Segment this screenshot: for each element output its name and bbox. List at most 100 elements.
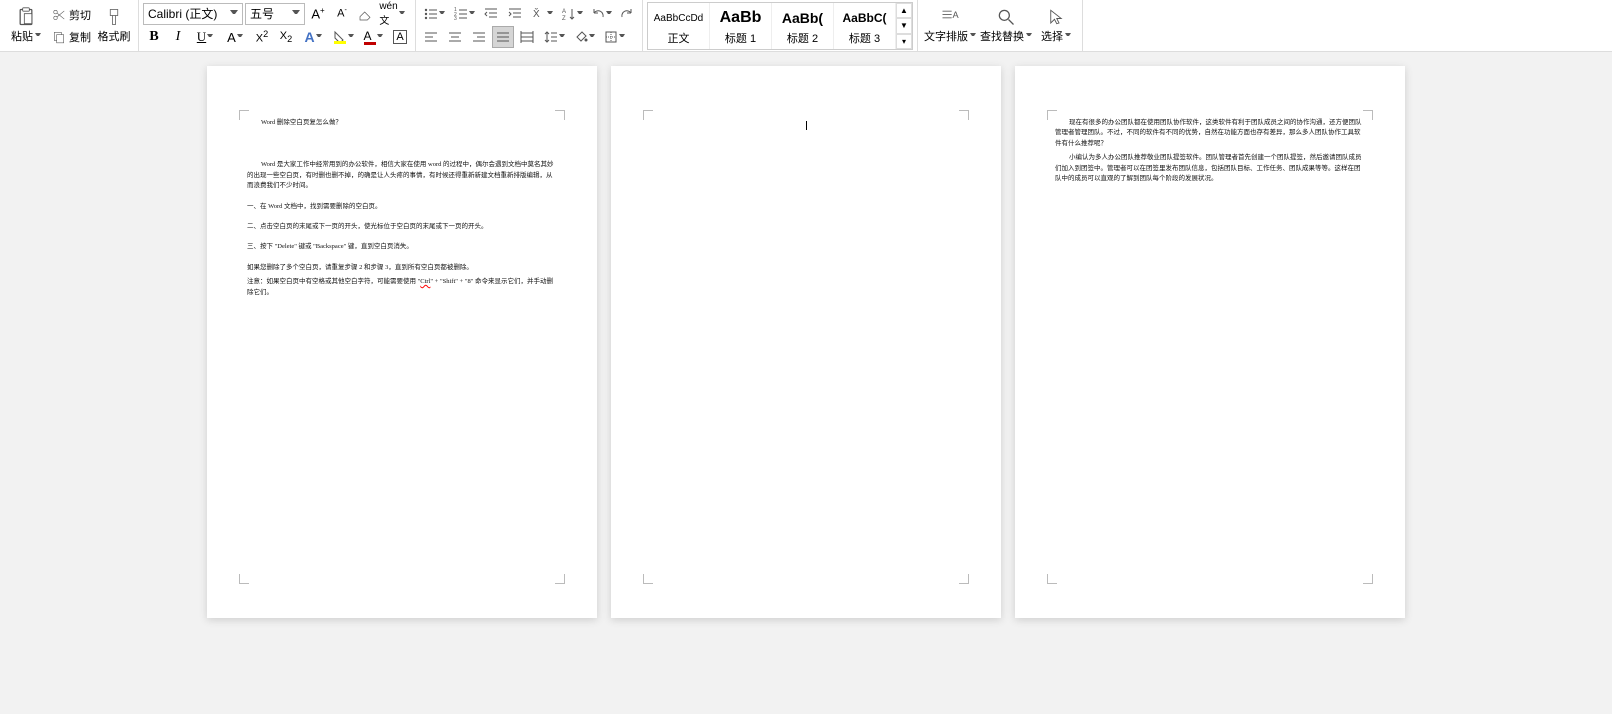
text-layout-button[interactable]: A 文字排版 (922, 0, 978, 50)
chevron-down-icon (348, 34, 354, 40)
page-3[interactable]: 现在有很多的办公团队都在使用团队协作软件，这类软件有利于团队成员之间的协作沟通，… (1015, 66, 1405, 618)
phonetic-icon: wén文 (379, 1, 397, 27)
sort-icon: AZ (562, 7, 576, 21)
svg-text:X̌: X̌ (533, 7, 540, 20)
format-painter-button[interactable]: 格式刷 (94, 0, 134, 50)
superscript-button[interactable]: X2 (251, 26, 273, 48)
doc-paragraph: 一、在 Word 文档中，找到需要删除的空白页。 (247, 202, 557, 212)
chevron-down-icon (399, 11, 405, 17)
distribute-button[interactable] (516, 26, 538, 48)
copy-icon (51, 29, 67, 45)
chevron-down-icon (1065, 33, 1071, 39)
grow-font-button[interactable]: A+ (307, 3, 329, 25)
style-heading1[interactable]: AaBb 标题 1 (710, 3, 772, 49)
line-spacing-icon (544, 30, 558, 44)
chevron-down-icon (237, 34, 243, 40)
strikethrough-button[interactable]: A (221, 26, 249, 48)
cut-button[interactable]: 剪切 (48, 4, 94, 26)
chevron-down-icon (230, 10, 238, 18)
font-color-button[interactable]: A (359, 26, 387, 48)
doc-paragraph: 如果您删除了多个空白页，请重复步骤 2 和步骤 3，直到所有空白页都被删除。 (247, 263, 557, 273)
margin-corner-icon (643, 110, 653, 120)
line-spacing-button[interactable] (540, 26, 568, 48)
align-right-button[interactable] (468, 26, 490, 48)
sort-button[interactable]: AZ (558, 3, 586, 25)
copy-button[interactable]: 复制 (48, 26, 94, 48)
increase-indent-button[interactable] (504, 3, 526, 25)
redo-icon (620, 7, 634, 21)
font-name-dropdown[interactable]: Calibri (正文) (143, 3, 243, 25)
page-2[interactable] (611, 66, 1001, 618)
svg-text:A: A (562, 9, 566, 15)
bold-button[interactable]: B (143, 26, 165, 48)
paste-icon (16, 6, 36, 28)
chevron-down-icon (619, 34, 625, 40)
shrink-font-icon: A- (337, 7, 347, 20)
char-border-button[interactable]: A (389, 26, 411, 48)
highlight-button[interactable] (329, 26, 357, 48)
margin-corner-icon (959, 574, 969, 584)
margin-corner-icon (1363, 574, 1373, 584)
numbering-icon: 123 (454, 7, 468, 21)
select-button[interactable]: 选择 (1034, 0, 1078, 50)
align-center-icon (448, 30, 462, 44)
decrease-indent-button[interactable] (480, 3, 502, 25)
superscript-icon: X2 (256, 29, 268, 45)
editing-group: A 文字排版 查找替换 选择 (918, 0, 1083, 51)
font-size-dropdown[interactable]: 五号 (245, 3, 305, 25)
margin-corner-icon (1047, 574, 1057, 584)
style-normal[interactable]: AaBbCcDd 正文 (648, 3, 710, 49)
asian-layout-button[interactable]: X̌ (528, 3, 556, 25)
align-left-icon (424, 30, 438, 44)
chevron-down-icon (35, 33, 41, 39)
font-color-icon: A (364, 29, 376, 45)
find-replace-button[interactable]: 查找替换 (978, 0, 1034, 50)
align-left-button[interactable] (420, 26, 442, 48)
style-gallery-scroll: ▲ ▼ ▾ (896, 3, 912, 49)
chevron-down-icon (292, 10, 300, 18)
subscript-button[interactable]: X2 (275, 26, 297, 48)
svg-text:Z: Z (562, 16, 566, 21)
style-heading2[interactable]: AaBb( 标题 2 (772, 3, 834, 49)
borders-button[interactable] (600, 26, 628, 48)
doc-paragraph: 现在有很多的办公团队都在使用团队协作软件，这类软件有利于团队成员之间的协作沟通，… (1055, 118, 1365, 149)
chevron-down-icon (577, 11, 583, 17)
asian-layout-icon: X̌ (532, 7, 546, 21)
shrink-font-button[interactable]: A- (331, 3, 353, 25)
style-heading3[interactable]: AaBbC( 标题 3 (834, 3, 896, 49)
numbering-button[interactable]: 123 (450, 3, 478, 25)
bullets-button[interactable] (420, 3, 448, 25)
chevron-down-icon (469, 11, 475, 17)
page-1[interactable]: Word 删除空白页复怎么做？ Word 是大家工作中经常用到的办公软件，相信大… (207, 66, 597, 618)
subscript-icon: X2 (280, 30, 292, 44)
phonetic-guide-button[interactable]: wén文 (379, 3, 405, 25)
italic-button[interactable]: I (167, 26, 189, 48)
underline-button[interactable]: U (191, 26, 219, 48)
font-group: Calibri (正文) 五号 A+ A- wén文 B I U (139, 0, 416, 51)
style-scroll-down[interactable]: ▼ (896, 18, 912, 33)
margin-corner-icon (239, 110, 249, 120)
document-workspace[interactable]: Word 删除空白页复怎么做？ Word 是大家工作中经常用到的办公软件，相信大… (0, 52, 1612, 714)
undo-icon (591, 7, 605, 21)
grow-font-icon: A+ (311, 6, 324, 21)
char-border-icon: A (393, 30, 406, 44)
clear-format-button[interactable] (355, 3, 377, 25)
align-center-button[interactable] (444, 26, 466, 48)
align-justify-button[interactable] (492, 26, 514, 48)
text-effects-button[interactable]: A (299, 26, 327, 48)
chevron-down-icon (589, 34, 595, 40)
paste-button[interactable]: 粘贴 (4, 0, 48, 50)
doc-paragraph: 小编认为多人办公团队推荐敬业团队提签软件。团队管理者首先创建一个团队提签，然后邀… (1055, 153, 1365, 184)
italic-icon: I (176, 29, 181, 45)
style-scroll-up[interactable]: ▲ (896, 3, 912, 18)
redo-button[interactable] (616, 3, 638, 25)
style-scroll-more[interactable]: ▾ (896, 34, 912, 49)
underline-icon: U (197, 29, 206, 45)
undo-button[interactable] (588, 3, 614, 25)
doc-paragraph: 三、按下 "Delete" 键或 "Backspace" 键，直到空白页消失。 (247, 242, 557, 252)
strike-icon: A (227, 30, 236, 45)
shading-button[interactable] (570, 26, 598, 48)
margin-corner-icon (643, 574, 653, 584)
bucket-icon (574, 30, 588, 44)
text-effects-icon: A (304, 29, 314, 45)
